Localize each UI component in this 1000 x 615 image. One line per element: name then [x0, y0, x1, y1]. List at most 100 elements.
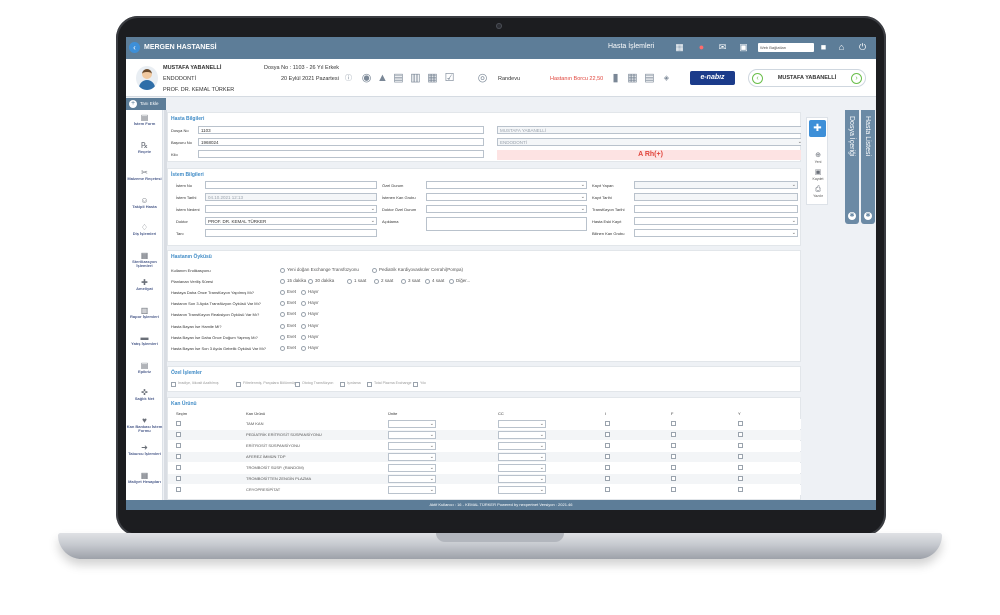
file-no-field[interactable]: 1103 [198, 126, 484, 134]
procedure-checkbox[interactable] [413, 382, 418, 387]
duration-radio[interactable] [401, 279, 406, 284]
flag-checkbox[interactable] [738, 465, 743, 470]
chart-icon[interactable]: ▮ [609, 72, 622, 85]
select-checkbox[interactable] [176, 432, 181, 437]
no-radio[interactable] [301, 301, 306, 307]
select-checkbox[interactable] [176, 476, 181, 481]
procedure-checkbox[interactable] [340, 382, 345, 387]
sidebar-item[interactable]: ♥ Kan Bankası İstem Formu [126, 415, 163, 439]
mail-icon[interactable]: ✉ [717, 42, 728, 53]
flag-checkbox[interactable] [671, 454, 676, 459]
procedure-checkbox[interactable] [171, 382, 176, 387]
request-field[interactable]: ⌄ [205, 205, 377, 213]
request-field[interactable]: ⌄ [426, 181, 587, 189]
cc-select[interactable]: ⌄ [498, 442, 546, 450]
request-field[interactable]: ⌄ [634, 217, 798, 225]
flag-checkbox[interactable] [605, 487, 610, 492]
warning-icon[interactable]: ▲ [376, 72, 389, 85]
cc-select[interactable]: ⌄ [498, 453, 546, 461]
cc-select[interactable]: ⌄ [498, 464, 546, 472]
shield-icon[interactable]: ◈ [660, 72, 673, 85]
flag-checkbox[interactable] [605, 454, 610, 459]
flag-checkbox[interactable] [605, 443, 610, 448]
cc-select[interactable]: ⌄ [498, 475, 546, 483]
sidebar-item[interactable]: ▦ Sterilizasyon İşlemleri [126, 250, 163, 274]
documents-icon[interactable]: ▤ [392, 72, 405, 85]
select-checkbox[interactable] [176, 487, 181, 492]
duration-radio[interactable] [308, 279, 313, 284]
request-field[interactable] [205, 181, 377, 189]
unit-select[interactable]: ⌄ [388, 475, 436, 483]
sidebar-item[interactable]: ▥ Rapor İşlemleri [126, 305, 163, 329]
home-icon[interactable]: ⌂ [836, 42, 847, 53]
sidebar-item[interactable]: ▤ İstem Form [126, 112, 163, 136]
duration-radio[interactable] [425, 279, 430, 284]
flag-checkbox[interactable] [671, 432, 676, 437]
add-diagnosis-button[interactable]: + Tanı Ekle [126, 98, 166, 110]
procedure-checkbox[interactable] [236, 382, 241, 387]
unit-select[interactable]: ⌄ [388, 431, 436, 439]
indication-radio[interactable] [280, 268, 285, 273]
unit-select[interactable]: ⌄ [388, 486, 436, 494]
request-field[interactable]: ⌄ [426, 193, 587, 201]
yes-radio[interactable] [280, 312, 285, 318]
request-field[interactable]: ⌄ [426, 205, 587, 213]
duration-radio[interactable] [280, 279, 285, 284]
request-field[interactable] [634, 193, 798, 201]
duration-radio[interactable] [449, 279, 454, 284]
indication-radio[interactable] [372, 268, 377, 273]
power-icon[interactable]: ⏻ [857, 42, 868, 53]
flag-checkbox[interactable] [671, 421, 676, 426]
e-nabiz-button[interactable]: e-nabız [690, 71, 735, 85]
flag-checkbox[interactable] [671, 443, 676, 448]
checklist-icon[interactable]: ☑ [443, 72, 456, 85]
yes-radio[interactable] [280, 346, 285, 351]
flag-checkbox[interactable] [605, 476, 610, 481]
no-radio[interactable] [301, 323, 306, 329]
no-radio[interactable] [301, 346, 306, 351]
sidebar-item[interactable]: ✜ Sağlık Net [126, 387, 163, 411]
flag-checkbox[interactable] [738, 432, 743, 437]
sidebar-item[interactable]: ▦ Maliyet Hesapları [126, 470, 163, 494]
flag-checkbox[interactable] [738, 443, 743, 448]
cc-select[interactable]: ⌄ [498, 486, 546, 494]
flag-checkbox[interactable] [738, 476, 743, 481]
yes-radio[interactable] [280, 301, 285, 307]
duration-radio[interactable] [347, 279, 352, 284]
cc-select[interactable]: ⌄ [498, 420, 546, 428]
flag-checkbox[interactable] [738, 421, 743, 426]
report-icon[interactable]: ▤ [643, 72, 656, 85]
file-content-tab[interactable]: Dosya İçeriği ✱ [845, 110, 859, 224]
settings-icon[interactable]: ■ [818, 42, 829, 53]
unit-select[interactable]: ⌄ [388, 453, 436, 461]
select-checkbox[interactable] [176, 443, 181, 448]
web-links-select[interactable]: Web Bağlatları [758, 43, 814, 52]
sidebar-item[interactable]: ♢ Diş İşlemleri [126, 222, 163, 246]
unit-select[interactable]: ⌄ [388, 420, 436, 428]
appointment-label[interactable]: Randevu [498, 76, 520, 82]
unit-select[interactable]: ⌄ [388, 442, 436, 450]
next-patient-icon[interactable]: › [851, 73, 862, 84]
unit-select[interactable]: ⌄ [388, 464, 436, 472]
yes-radio[interactable] [280, 334, 285, 340]
sidebar-item[interactable]: ✚ Ameliyat [126, 277, 163, 301]
select-checkbox[interactable] [176, 465, 181, 470]
request-field[interactable]: PROF. DR. KEMAL TÜRKER ⌄ [205, 217, 377, 225]
folder-icon[interactable]: ▥ [409, 72, 422, 85]
monitor-icon[interactable]: ▣ [738, 42, 749, 53]
select-checkbox[interactable] [176, 421, 181, 426]
flag-checkbox[interactable] [605, 421, 610, 426]
sidebar-item[interactable]: ✂ Malzeme Reçetesi [126, 167, 163, 191]
no-radio[interactable] [301, 290, 306, 295]
request-field[interactable] [426, 217, 587, 231]
no-radio[interactable] [301, 312, 306, 318]
save-button[interactable]: ▣ Kaydet [807, 169, 829, 181]
no-radio[interactable] [301, 334, 306, 340]
location-icon[interactable]: ◎ [476, 72, 489, 85]
list-icon[interactable]: ▦ [426, 72, 439, 85]
duration-radio[interactable] [374, 279, 379, 284]
request-field[interactable] [634, 205, 798, 213]
new-button[interactable]: ⊕ Yeni [807, 152, 829, 164]
flag-checkbox[interactable] [738, 454, 743, 459]
procedure-checkbox[interactable] [295, 382, 300, 387]
